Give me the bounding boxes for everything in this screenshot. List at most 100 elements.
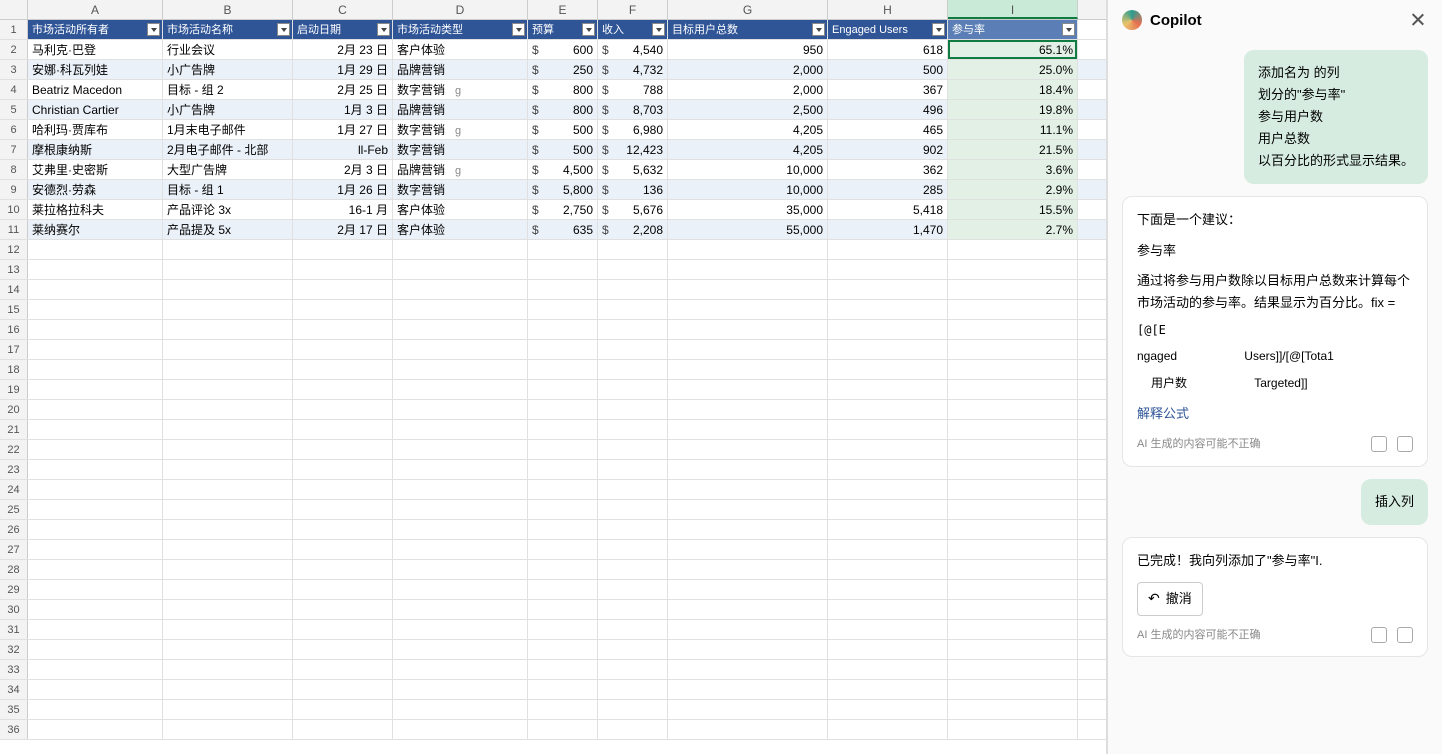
empty-cell[interactable] xyxy=(948,400,1078,419)
empty-cell[interactable] xyxy=(293,620,393,639)
empty-cell[interactable] xyxy=(163,660,293,679)
empty-cell[interactable] xyxy=(828,720,948,739)
empty-cell[interactable] xyxy=(163,260,293,279)
cell-owner[interactable]: Beatriz Macedon xyxy=(28,80,163,99)
empty-cell[interactable] xyxy=(163,440,293,459)
filter-dropdown-icon[interactable] xyxy=(1062,23,1075,36)
empty-cell[interactable] xyxy=(948,640,1078,659)
empty-cell[interactable] xyxy=(163,320,293,339)
cell-campaign-name[interactable]: 1月末电子邮件 xyxy=(163,120,293,139)
empty-cell[interactable] xyxy=(668,520,828,539)
empty-cell[interactable] xyxy=(28,660,163,679)
cell-revenue[interactable]: 5,632 xyxy=(598,160,668,179)
empty-cell[interactable] xyxy=(948,280,1078,299)
empty-cell[interactable] xyxy=(28,580,163,599)
empty-cell[interactable] xyxy=(528,600,598,619)
empty-cell[interactable] xyxy=(668,640,828,659)
cell-owner[interactable]: 安德烈·劳森 xyxy=(28,180,163,199)
cell-rate[interactable]: 21.5% xyxy=(948,140,1078,159)
empty-cell[interactable] xyxy=(393,680,528,699)
column-header-D[interactable]: D xyxy=(393,0,528,19)
empty-cell[interactable] xyxy=(598,520,668,539)
empty-cell[interactable] xyxy=(828,520,948,539)
empty-cell[interactable] xyxy=(163,600,293,619)
empty-cell[interactable] xyxy=(393,540,528,559)
cell-budget[interactable]: 800 xyxy=(528,100,598,119)
cell-type[interactable]: 客户体验 xyxy=(393,40,528,59)
cell-engaged[interactable]: 500 xyxy=(828,60,948,79)
cell-date[interactable]: 1月 27 日 xyxy=(293,120,393,139)
cell-engaged[interactable]: 496 xyxy=(828,100,948,119)
empty-cell[interactable] xyxy=(293,260,393,279)
table-header-cell[interactable]: Engaged Users xyxy=(828,20,948,39)
empty-cell[interactable] xyxy=(293,700,393,719)
cell-revenue[interactable]: 6,980 xyxy=(598,120,668,139)
empty-cell[interactable] xyxy=(668,260,828,279)
empty-cell[interactable] xyxy=(28,280,163,299)
cell-budget[interactable]: 2,750 xyxy=(528,200,598,219)
empty-cell[interactable] xyxy=(28,540,163,559)
empty-cell[interactable] xyxy=(598,540,668,559)
empty-cell[interactable] xyxy=(293,600,393,619)
empty-cell[interactable] xyxy=(948,300,1078,319)
row-header[interactable]: 34 xyxy=(0,680,28,699)
cell-target[interactable]: 4,205 xyxy=(668,140,828,159)
empty-cell[interactable] xyxy=(393,720,528,739)
cell-type[interactable]: 品牌营销 xyxy=(393,60,528,79)
empty-cell[interactable] xyxy=(28,320,163,339)
empty-cell[interactable] xyxy=(948,360,1078,379)
empty-cell[interactable] xyxy=(393,500,528,519)
cell-owner[interactable]: 莱纳赛尔 xyxy=(28,220,163,239)
empty-cell[interactable] xyxy=(528,380,598,399)
empty-cell[interactable] xyxy=(598,260,668,279)
empty-cell[interactable] xyxy=(28,400,163,419)
row-header[interactable]: 18 xyxy=(0,360,28,379)
table-header-cell[interactable]: 收入 xyxy=(598,20,668,39)
row-header[interactable]: 29 xyxy=(0,580,28,599)
cell-revenue[interactable]: 12,423 xyxy=(598,140,668,159)
empty-cell[interactable] xyxy=(948,480,1078,499)
empty-cell[interactable] xyxy=(163,340,293,359)
cell-rate[interactable]: 25.0% xyxy=(948,60,1078,79)
empty-cell[interactable] xyxy=(828,580,948,599)
column-header-C[interactable]: C xyxy=(293,0,393,19)
empty-cell[interactable] xyxy=(293,680,393,699)
empty-cell[interactable] xyxy=(828,420,948,439)
empty-cell[interactable] xyxy=(528,400,598,419)
cell-rate[interactable]: 65.1% xyxy=(948,40,1078,59)
empty-cell[interactable] xyxy=(598,460,668,479)
empty-cell[interactable] xyxy=(28,420,163,439)
empty-cell[interactable] xyxy=(668,460,828,479)
empty-cell[interactable] xyxy=(293,420,393,439)
cell-owner[interactable]: Christian Cartier xyxy=(28,100,163,119)
empty-cell[interactable] xyxy=(598,700,668,719)
empty-cell[interactable] xyxy=(598,300,668,319)
row-header[interactable]: 4 xyxy=(0,80,28,99)
empty-cell[interactable] xyxy=(828,540,948,559)
row-header[interactable]: 16 xyxy=(0,320,28,339)
cell-target[interactable]: 2,500 xyxy=(668,100,828,119)
row-header[interactable]: 23 xyxy=(0,460,28,479)
empty-cell[interactable] xyxy=(948,520,1078,539)
empty-cell[interactable] xyxy=(528,300,598,319)
row-header[interactable]: 13 xyxy=(0,260,28,279)
filter-dropdown-icon[interactable] xyxy=(582,23,595,36)
table-header-cell[interactable]: 参与率 xyxy=(948,20,1078,39)
empty-cell[interactable] xyxy=(828,440,948,459)
empty-cell[interactable] xyxy=(668,580,828,599)
undo-button[interactable]: 撤消 xyxy=(1137,582,1203,616)
empty-cell[interactable] xyxy=(293,540,393,559)
empty-cell[interactable] xyxy=(28,460,163,479)
empty-cell[interactable] xyxy=(948,500,1078,519)
empty-cell[interactable] xyxy=(293,480,393,499)
filter-dropdown-icon[interactable] xyxy=(812,23,825,36)
thumbs-up-icon[interactable] xyxy=(1371,436,1387,452)
empty-cell[interactable] xyxy=(163,480,293,499)
empty-cell[interactable] xyxy=(393,260,528,279)
empty-cell[interactable] xyxy=(293,640,393,659)
empty-cell[interactable] xyxy=(393,700,528,719)
table-header-cell[interactable]: 市场活动名称 xyxy=(163,20,293,39)
empty-cell[interactable] xyxy=(598,640,668,659)
cell-target[interactable]: 2,000 xyxy=(668,60,828,79)
empty-cell[interactable] xyxy=(393,320,528,339)
